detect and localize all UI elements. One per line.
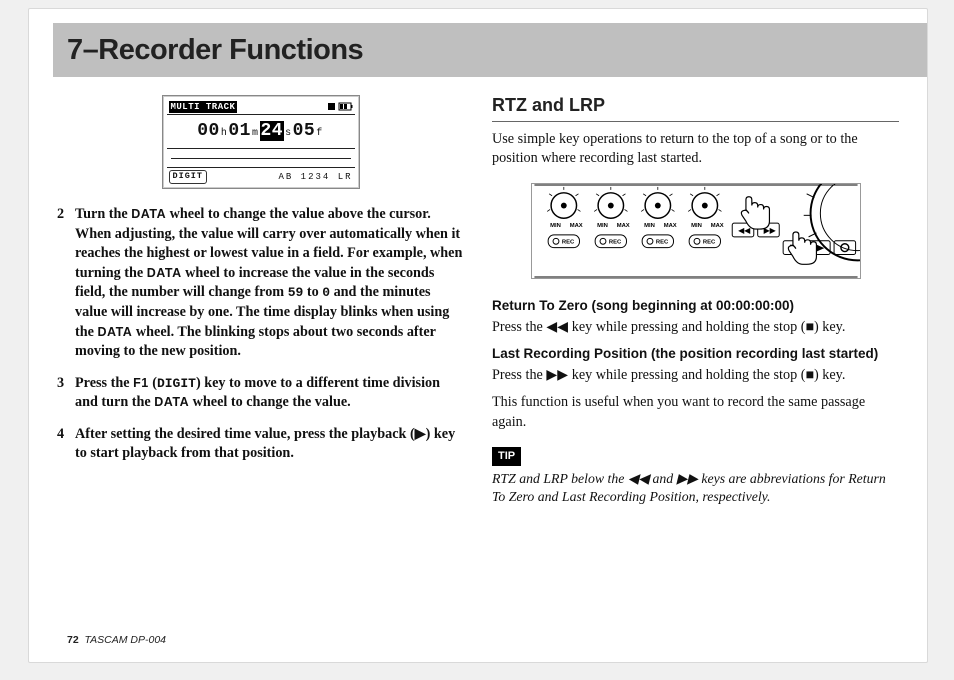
step-number: 3 <box>57 374 75 413</box>
step-4: 4 After setting the desired time value, … <box>57 425 464 464</box>
step-text: Press the F1 (DIGIT) key to move to a di… <box>75 374 464 413</box>
step-number: 4 <box>57 425 75 464</box>
rtz-subheading: Return To Zero (song beginning at 00:00:… <box>492 297 899 316</box>
step-number: 2 <box>57 205 75 362</box>
svg-text:MIN: MIN <box>597 223 608 229</box>
two-column-content: MULTI TRACK <box>29 77 927 506</box>
instruction-list: 2 Turn the DATA wheel to change the valu… <box>57 205 464 464</box>
lrp-note: This function is useful when you want to… <box>492 393 899 432</box>
ffwd-icon: ▶▶ <box>677 471 698 486</box>
step-3: 3 Press the F1 (DIGIT) key to move to a … <box>57 374 464 413</box>
step-text: Turn the DATA wheel to change the value … <box>75 205 464 362</box>
lcd-mode-label: MULTI TRACK <box>169 101 238 113</box>
lcd-diagram: MULTI TRACK <box>57 95 464 189</box>
svg-text:MAX: MAX <box>569 223 582 229</box>
rewind-icon: ◀◀ <box>546 319 568 335</box>
step-2: 2 Turn the DATA wheel to change the valu… <box>57 205 464 362</box>
rewind-icon: ◀◀ <box>628 471 649 486</box>
svg-text:REC: REC <box>702 240 715 246</box>
svg-text:MAX: MAX <box>616 223 629 229</box>
page-footer: 72 TASCAM DP-004 <box>67 634 166 646</box>
svg-text:MAX: MAX <box>663 223 676 229</box>
device-panel-diagram: MIN MAX MIN MAX MIN MAX MIN MAX REC REC <box>492 183 899 279</box>
stop-icon: ■ <box>805 319 814 335</box>
svg-text:MIN: MIN <box>644 223 655 229</box>
ffwd-icon: ▶▶ <box>546 367 568 383</box>
right-column: RTZ and LRP Use simple key operations to… <box>492 93 899 506</box>
svg-text:MAX: MAX <box>710 223 723 229</box>
play-icon: ▶ <box>415 426 426 442</box>
svg-text:◀◀: ◀◀ <box>738 226 751 235</box>
lcd-digit-badge: DIGIT <box>169 170 208 184</box>
step-text: After setting the desired time value, pr… <box>75 425 464 464</box>
lcd-frames: 05 <box>293 121 316 141</box>
stop-icon: ■ <box>805 367 814 383</box>
lcd-status-icons <box>327 102 353 112</box>
lcd-time-display: 00h01m24s05f <box>167 115 355 146</box>
svg-text:MIN: MIN <box>691 223 702 229</box>
svg-text:REC: REC <box>655 240 668 246</box>
lcd-waveform-area <box>167 148 355 168</box>
product-model: TASCAM DP-004 <box>85 634 167 646</box>
page-number: 72 <box>67 634 79 646</box>
section-intro: Use simple key operations to return to t… <box>492 130 899 169</box>
chapter-title: 7–Recorder Functions <box>67 34 363 67</box>
left-column: MULTI TRACK <box>57 93 464 506</box>
lcd-hours: 00 <box>197 121 220 141</box>
svg-text:MIN: MIN <box>550 223 561 229</box>
lrp-subheading: Last Recording Position (the position re… <box>492 345 899 364</box>
rtz-instruction: Press the ◀◀ key while pressing and hold… <box>492 318 899 338</box>
lrp-instruction: Press the ▶▶ key while pressing and hold… <box>492 366 899 386</box>
lcd-minutes: 01 <box>228 121 251 141</box>
svg-text:REC: REC <box>561 240 574 246</box>
section-heading: RTZ and LRP <box>492 93 899 122</box>
tip-badge: TIP <box>492 447 521 466</box>
chapter-title-bar: 7–Recorder Functions <box>53 23 927 77</box>
lcd-seconds-highlighted: 24 <box>260 121 285 141</box>
svg-text:REC: REC <box>608 240 621 246</box>
tip-text: RTZ and LRP below the ◀◀ and ▶▶ keys are… <box>492 470 899 506</box>
manual-page: 7–Recorder Functions MULTI TRACK <box>28 8 928 663</box>
lcd-meter-labels: AB 1234 LR <box>278 171 352 183</box>
